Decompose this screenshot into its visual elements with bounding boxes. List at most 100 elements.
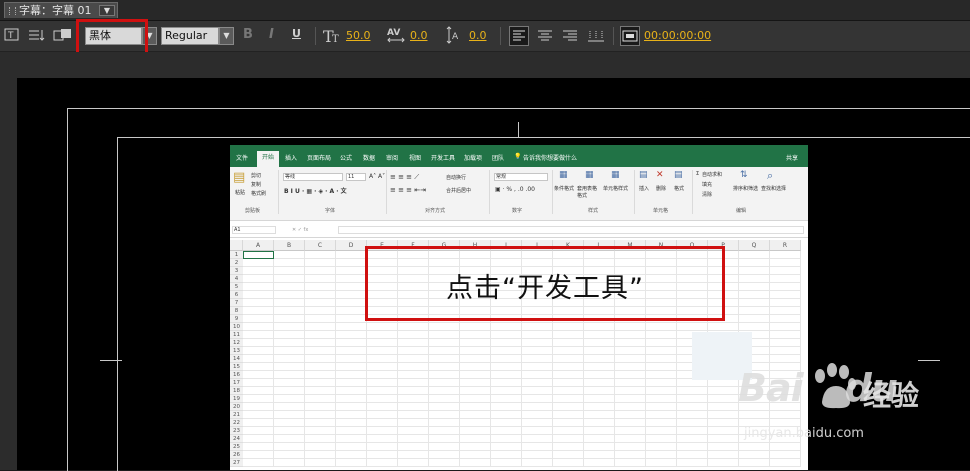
font-size-box[interactable]: 11	[346, 173, 366, 181]
excel-tab-view[interactable]: 视图	[409, 153, 421, 162]
excel-tab-insert[interactable]: 插入	[285, 153, 297, 162]
underline-button[interactable]: U	[292, 27, 301, 40]
formula-input[interactable]	[338, 226, 804, 234]
row-header-21[interactable]: 21	[230, 411, 243, 419]
font-grow-shrink[interactable]: A˄ A˅	[369, 173, 385, 180]
row-header-6[interactable]: 6	[230, 291, 243, 299]
row-header-13[interactable]: 13	[230, 347, 243, 355]
column-header-b[interactable]: B	[274, 240, 305, 251]
align-center-icon[interactable]	[536, 27, 554, 49]
alignment-icons[interactable]: ≡ ≡ ≡ ⟋	[390, 173, 419, 182]
find-select-button[interactable]: 查找和选择	[761, 185, 786, 192]
clear-button[interactable]: 清除	[702, 191, 712, 198]
fill-button[interactable]: 填充	[702, 181, 712, 188]
insert-cells-icon[interactable]: ▤	[639, 170, 648, 180]
italic-button[interactable]: I	[269, 27, 274, 42]
conditional-format-button[interactable]: 条件格式	[554, 185, 574, 192]
column-header-a[interactable]: A	[243, 240, 274, 251]
row-header-5[interactable]: 5	[230, 283, 243, 291]
format-table-icon[interactable]: ▦	[585, 170, 594, 180]
excel-share-button[interactable]: 共享	[786, 153, 798, 162]
sort-filter-button[interactable]: 排序和筛选	[733, 185, 758, 192]
excel-tab-data[interactable]: 数据	[363, 153, 375, 162]
row-header-19[interactable]: 19	[230, 395, 243, 403]
row-header-2[interactable]: 2	[230, 259, 243, 267]
autosum-icon[interactable]: Σ	[696, 171, 699, 177]
row-header-15[interactable]: 15	[230, 363, 243, 371]
merge-center-button[interactable]: 合并后居中	[446, 187, 471, 194]
format-painter-button[interactable]: 格式刷	[251, 190, 266, 197]
row-header-12[interactable]: 12	[230, 339, 243, 347]
paste-icon[interactable]: ▤	[233, 170, 245, 185]
formula-bar-icons[interactable]: ✕ ✓ fx	[292, 227, 308, 233]
row-header-10[interactable]: 10	[230, 323, 243, 331]
cell-styles-button[interactable]: 单元格样式	[603, 185, 628, 192]
tab-grip-icon[interactable]	[9, 7, 16, 15]
row-header-24[interactable]: 24	[230, 435, 243, 443]
number-format-box[interactable]: 常规	[494, 173, 548, 181]
sort-filter-icon[interactable]: ⇅	[740, 170, 748, 180]
conditional-format-icon[interactable]: ▦	[559, 170, 568, 180]
excel-tab-team[interactable]: 团队	[492, 153, 504, 162]
column-header-q[interactable]: Q	[739, 240, 770, 251]
row-header-26[interactable]: 26	[230, 451, 243, 459]
new-title-icon[interactable]: T	[4, 28, 20, 46]
titler-tab[interactable]: 字幕：字幕 01 ▼	[4, 2, 118, 18]
leading-value[interactable]: 0.0	[469, 29, 487, 43]
bold-button[interactable]: B	[243, 27, 253, 42]
show-background-video-icon[interactable]	[620, 26, 640, 46]
row-header-3[interactable]: 3	[230, 267, 243, 275]
cell-styles-icon[interactable]: ▦	[611, 170, 620, 180]
roll-crawl-icon[interactable]	[28, 28, 46, 46]
row-header-18[interactable]: 18	[230, 387, 243, 395]
insert-cells-button[interactable]: 插入	[639, 185, 649, 192]
background-timecode[interactable]: 00:00:00:00	[644, 29, 711, 43]
column-header-c[interactable]: C	[305, 240, 336, 251]
row-header-14[interactable]: 14	[230, 355, 243, 363]
row-header-23[interactable]: 23	[230, 427, 243, 435]
delete-cells-button[interactable]: 删除	[656, 185, 666, 192]
row-header-25[interactable]: 25	[230, 443, 243, 451]
row-header-16[interactable]: 16	[230, 371, 243, 379]
row-header-22[interactable]: 22	[230, 419, 243, 427]
align-left-icon[interactable]	[509, 26, 529, 46]
active-cell-a1[interactable]	[243, 251, 274, 259]
excel-tab-addins[interactable]: 加载项	[464, 153, 482, 162]
cut-button[interactable]: 剪切	[251, 172, 261, 179]
row-header-8[interactable]: 8	[230, 307, 243, 315]
row-header-17[interactable]: 17	[230, 379, 243, 387]
tab-stops-icon[interactable]	[586, 27, 606, 49]
number-format-buttons[interactable]: ▣ · % , .0 .00	[495, 186, 535, 193]
templates-icon[interactable]	[53, 28, 73, 46]
find-select-icon[interactable]: ⌕	[767, 169, 773, 183]
column-header-r[interactable]: R	[770, 240, 801, 251]
format-cells-icon[interactable]: ▤	[674, 170, 683, 180]
row-header-1[interactable]: 1	[230, 251, 243, 259]
column-header-d[interactable]: D	[336, 240, 367, 251]
excel-tab-page-layout[interactable]: 页面布局	[307, 153, 331, 162]
font-style-arrow-icon[interactable]: ▼	[219, 27, 234, 45]
excel-tab-file[interactable]: 文件	[236, 153, 248, 162]
select-all-corner[interactable]	[230, 240, 243, 251]
excel-tell-me-box[interactable]: 告诉我你想要做什么	[523, 153, 577, 162]
row-header-20[interactable]: 20	[230, 403, 243, 411]
excel-tab-home[interactable]: 开始	[257, 151, 279, 167]
panel-menu-button[interactable]: ▼	[99, 5, 115, 16]
name-box[interactable]: A1	[232, 226, 276, 234]
row-header-9[interactable]: 9	[230, 315, 243, 323]
autosum-button[interactable]: 自动求和	[702, 171, 722, 178]
row-header-27[interactable]: 27	[230, 459, 243, 467]
font-format-buttons[interactable]: B I U · ▦ · ◈ · A · 文	[284, 186, 347, 195]
alignment-icons-2[interactable]: ≡ ≡ ≡ ⇤⇥	[390, 186, 426, 194]
kerning-value[interactable]: 0.0	[410, 29, 428, 43]
align-right-icon[interactable]	[561, 27, 579, 49]
format-table-button[interactable]: 套用表格格式	[577, 185, 601, 199]
font-name-box[interactable]: 等线	[283, 173, 343, 181]
excel-tab-review[interactable]: 审阅	[386, 153, 398, 162]
delete-cells-icon[interactable]: ✕	[656, 170, 664, 180]
copy-button[interactable]: 复制	[251, 181, 261, 188]
excel-tab-formulas[interactable]: 公式	[340, 153, 352, 162]
wrap-text-button[interactable]: 自动换行	[446, 174, 466, 181]
row-header-7[interactable]: 7	[230, 299, 243, 307]
format-cells-button[interactable]: 格式	[674, 185, 684, 192]
